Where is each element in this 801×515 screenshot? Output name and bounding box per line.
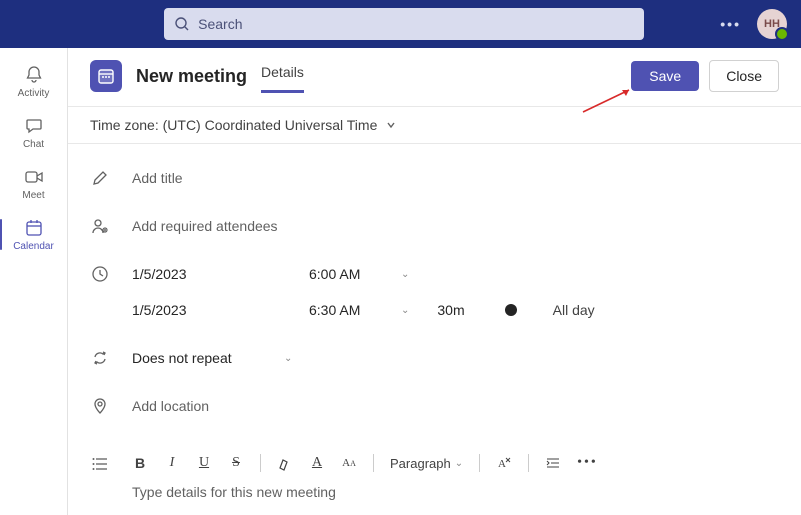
close-button[interactable]: Close [709,60,779,92]
location-row: Add location [90,382,779,430]
timezone-label: Time zone: (UTC) Coordinated Universal T… [90,117,377,133]
rail-item-activity[interactable]: Activity [0,56,67,107]
rail-nav: Activity Chat Meet Calendar [0,48,68,515]
end-date-input[interactable]: 1/5/2023 [132,302,287,318]
format-toolbar: B I U S A AA Paragraph ⌄ [132,444,779,476]
chat-icon [23,115,45,137]
separator [479,454,480,472]
chevron-down-icon: ⌄ [284,353,292,364]
rail-item-calendar[interactable]: Calendar [0,209,67,260]
avatar-initials: HH [764,18,780,30]
repeat-icon [90,348,110,368]
strike-button[interactable]: S [228,455,244,471]
tab-details[interactable]: Details [261,64,304,93]
separator [260,454,261,472]
font-color-button[interactable]: A [309,455,325,471]
search-input[interactable]: Search [164,8,644,40]
font-size-button[interactable]: AA [341,457,357,469]
highlight-button[interactable] [277,455,293,471]
chevron-down-icon: ⌄ [401,305,409,316]
clock-icon [90,264,110,284]
more-icon[interactable]: ••• [714,16,747,32]
repeat-row: Does not repeat ⌄ [90,334,779,382]
location-input[interactable]: Add location [132,398,779,414]
separator [373,454,374,472]
page-header: New meeting Details Save Close [68,48,801,92]
attendees-row: Add required attendees [90,202,779,250]
end-datetime-row: 1/5/2023 6:30 AM ⌄ 30m All day [90,298,779,334]
chevron-down-icon [385,119,397,131]
attendees-input[interactable]: Add required attendees [132,218,779,234]
rail-label: Calendar [13,241,54,252]
status-dot-icon [505,304,517,316]
start-date-input[interactable]: 1/5/2023 [132,266,287,282]
list-icon [90,454,110,474]
avatar[interactable]: HH [757,9,787,39]
pencil-icon [90,168,110,188]
duration-label: 30m [437,302,464,318]
rail-label: Chat [23,139,44,150]
meeting-form: Add title Add required attendees 1/5/202… [68,144,801,515]
allday-toggle[interactable]: All day [553,302,595,318]
start-datetime-row: 1/5/2023 6:00 AM ⌄ [90,250,779,298]
svg-text:A: A [498,458,506,470]
chevron-down-icon: ⌄ [401,269,409,280]
save-button[interactable]: Save [631,61,699,91]
title-input[interactable]: Add title [132,170,779,186]
start-time-input[interactable]: 6:00 AM [309,266,379,282]
search-icon [174,16,190,32]
clear-format-button[interactable]: A [496,455,512,471]
rail-label: Meet [22,190,44,201]
people-icon [90,216,110,236]
rail-label: Activity [18,88,50,99]
separator [528,454,529,472]
italic-button[interactable]: I [164,455,180,471]
description-row: B I U S A AA Paragraph ⌄ [90,430,779,515]
timezone-row[interactable]: Time zone: (UTC) Coordinated Universal T… [68,106,801,144]
title-row: Add title [90,154,779,202]
more-format-button[interactable]: ••• [577,455,598,471]
calendar-badge-icon [90,60,122,92]
location-icon [90,396,110,416]
video-icon [23,166,45,188]
search-placeholder: Search [198,16,242,32]
indent-button[interactable] [545,455,561,471]
page-title: New meeting [136,66,247,87]
main-panel: New meeting Details Save Close Time zone… [68,48,801,515]
paragraph-select[interactable]: Paragraph ⌄ [390,456,463,471]
rail-item-chat[interactable]: Chat [0,107,67,158]
end-time-input[interactable]: 6:30 AM [309,302,379,318]
underline-button[interactable]: U [196,455,212,471]
bell-icon [23,64,45,86]
rail-item-meet[interactable]: Meet [0,158,67,209]
repeat-select[interactable]: Does not repeat [132,350,262,366]
calendar-icon [23,217,45,239]
top-bar: Search ••• HH [0,0,801,48]
bold-button[interactable]: B [132,455,148,471]
description-input[interactable]: Type details for this new meeting [132,476,779,508]
